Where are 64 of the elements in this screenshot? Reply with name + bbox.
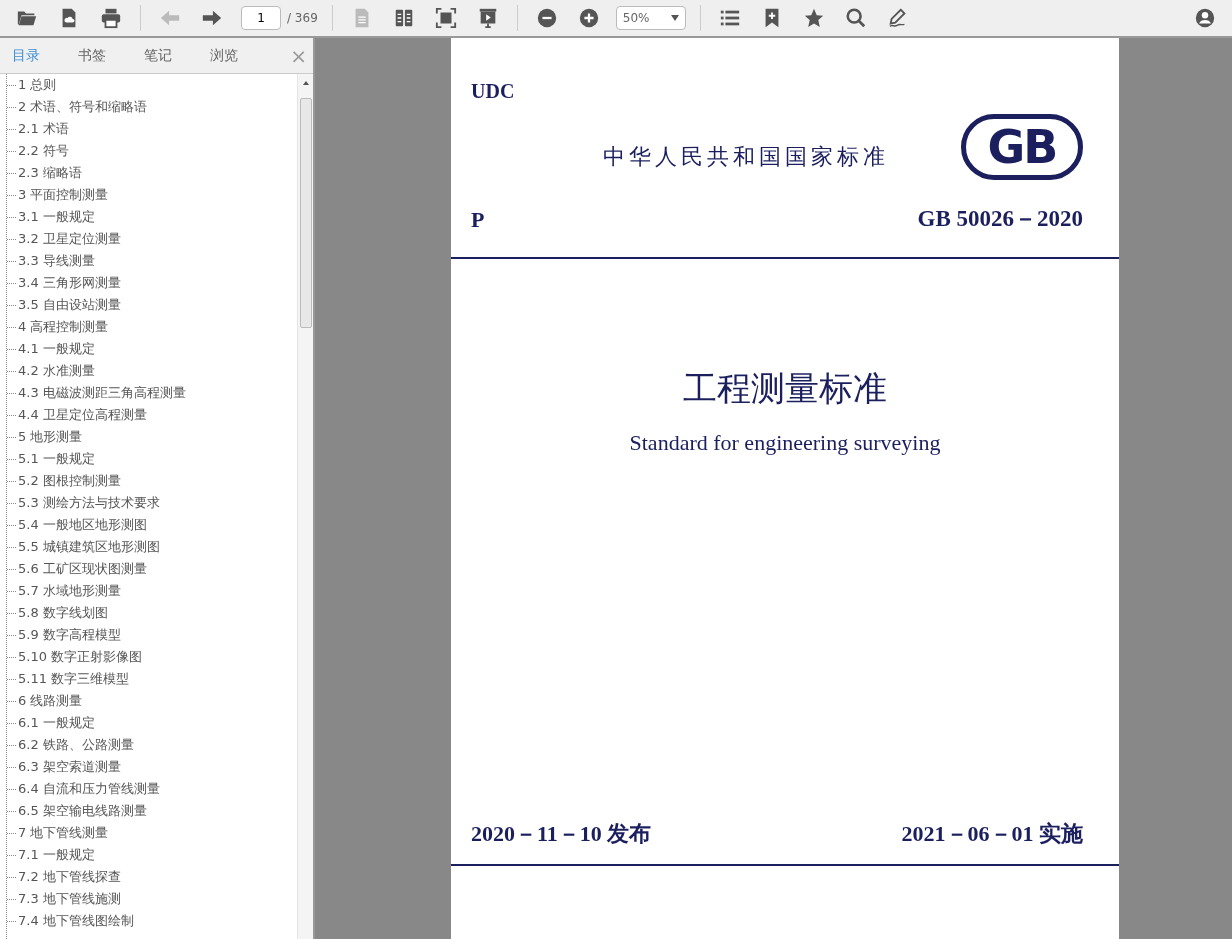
issue-date: 2020－11－10 发布 — [471, 819, 652, 848]
toc-item[interactable]: 5.10 数字正射影像图 — [18, 646, 143, 668]
toc-item[interactable]: 2 术语、符号和缩略语 — [18, 96, 148, 118]
search-icon — [844, 7, 867, 29]
toc-item[interactable]: 5.9 数字高程模型 — [18, 624, 121, 646]
zoom-out-icon — [535, 7, 558, 29]
zoom-select[interactable]: 50% — [615, 6, 686, 30]
sidebar-tab[interactable]: 浏览 — [210, 45, 257, 66]
toc-item[interactable]: 4.4 卫星定位高程测量 — [18, 404, 147, 426]
gb-logo: GB — [961, 114, 1083, 180]
toc-item[interactable]: 4.1 一般规定 — [18, 338, 95, 360]
toc-item[interactable]: 4.2 水准测量 — [18, 360, 95, 382]
category-label: P — [471, 205, 485, 234]
toc-item[interactable]: 7.2 地下管线探查 — [18, 866, 121, 888]
toc-item[interactable]: 7.1 一般规定 — [18, 844, 95, 866]
toc-item[interactable]: 2.2 符号 — [18, 140, 69, 162]
toc-item[interactable]: 5.7 水域地形测量 — [18, 580, 121, 602]
toc-item[interactable]: 6.5 架空输电线路测量 — [18, 800, 147, 822]
toc-item[interactable]: 5.6 工矿区现状图测量 — [18, 558, 147, 580]
page-number-field[interactable]: 1 — [241, 6, 281, 30]
scrollbar[interactable] — [297, 74, 313, 939]
fit-page-icon — [434, 7, 457, 29]
toc-item[interactable]: 3.2 卫星定位测量 — [18, 228, 121, 250]
issuer-title: 中华人民共和国国家标准 — [603, 143, 889, 169]
standard-code: GB 50026－2020 — [917, 205, 1083, 233]
toc-item[interactable]: 2.1 术语 — [18, 118, 69, 140]
toc-item[interactable]: 7.3 地下管线施测 — [18, 888, 121, 910]
toc-item[interactable]: 6.4 自流和压力管线测量 — [18, 778, 160, 800]
toc-item[interactable]: 3.4 三角形网测量 — [18, 272, 121, 294]
toc-item[interactable]: 3.3 导线测量 — [18, 250, 95, 272]
document-title: 工程测量标准 — [683, 369, 887, 407]
sidebar-tab[interactable]: 笔记 — [144, 45, 191, 66]
toc-item[interactable]: 5.5 城镇建筑区地形测图 — [18, 536, 160, 558]
toc-item[interactable]: 3.5 自由设站测量 — [18, 294, 121, 316]
toc-item[interactable]: 4 高程控制测量 — [18, 316, 109, 338]
toc-item[interactable]: 6.1 一般规定 — [18, 712, 95, 734]
toc-item[interactable]: 2.3 缩略语 — [18, 162, 82, 184]
user-icon — [1194, 7, 1216, 29]
toc-item[interactable]: 5.8 数字线划图 — [18, 602, 108, 624]
print-icon — [100, 7, 122, 29]
toc-item[interactable]: 3.1 一般规定 — [18, 206, 95, 228]
caret-icon — [670, 15, 679, 21]
sidebar-tab[interactable]: 书签 — [78, 45, 125, 66]
page-count: / 369 — [287, 10, 318, 27]
toc-item[interactable]: 5.4 一般地区地形测图 — [18, 514, 147, 536]
toc-item[interactable]: 6.2 铁路、公路测量 — [18, 734, 134, 756]
toc-item[interactable]: 5.1 一般规定 — [18, 448, 95, 470]
toc-item[interactable]: 7 地下管线测量 — [18, 822, 109, 844]
toc-item[interactable]: 5.2 图根控制测量 — [18, 470, 121, 492]
english-title: Standard for engineering surveying — [629, 429, 941, 455]
toc-item[interactable]: 7.4 地下管线图绘制 — [18, 910, 134, 932]
toc-item[interactable]: 6.3 架空索道测量 — [18, 756, 121, 778]
toc-item[interactable]: 1 总则 — [18, 74, 57, 96]
scroll-up-icon[interactable] — [301, 80, 310, 86]
udc-label: UDC — [471, 79, 516, 104]
toc-item[interactable]: 3 平面控制测量 — [18, 184, 109, 206]
toc-item[interactable]: 4.3 电磁波测距三角高程测量 — [18, 382, 186, 404]
toc-item[interactable]: 6 线路测量 — [18, 690, 83, 712]
toc-item[interactable]: 5 地形测量 — [18, 426, 83, 448]
effective-date: 2021－06－01 实施 — [901, 819, 1083, 848]
zoom-in-icon — [577, 7, 600, 29]
toc-item[interactable]: 5.11 数字三维模型 — [18, 668, 130, 690]
scrollbar-thumb[interactable] — [299, 98, 312, 328]
toc-item[interactable]: 5.3 测绘方法与技术要求 — [18, 492, 160, 514]
